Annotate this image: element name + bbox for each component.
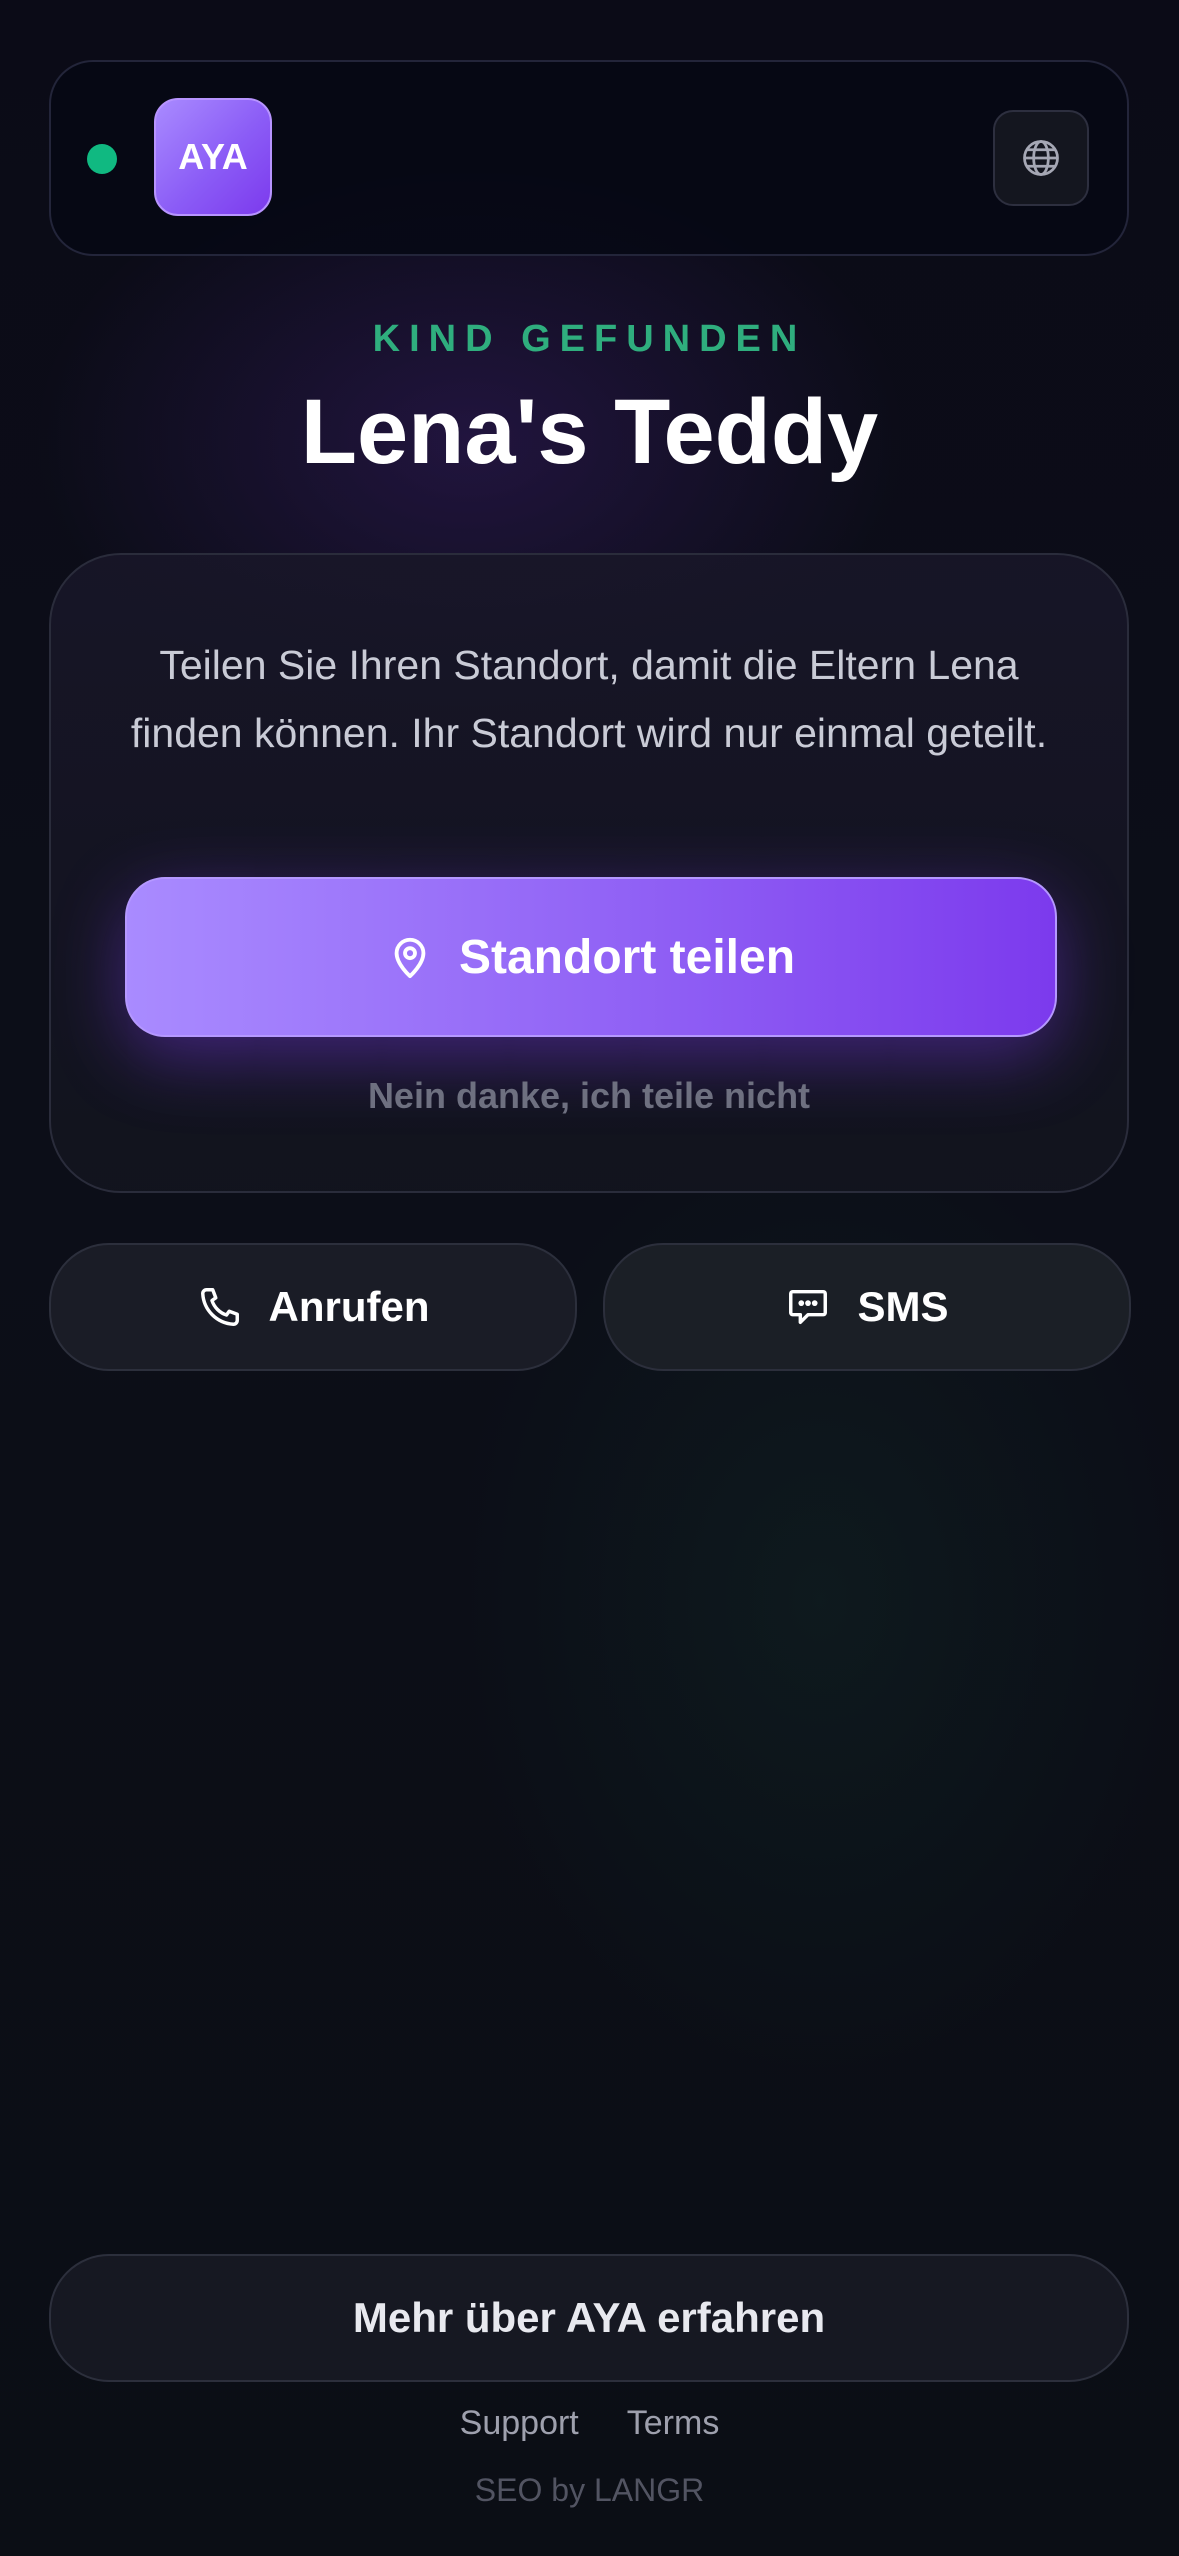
phone-icon <box>200 1288 239 1326</box>
sms-button[interactable]: SMS <box>603 1243 1131 1371</box>
status-indicator <box>87 144 117 174</box>
call-button[interactable]: Anrufen <box>49 1243 577 1371</box>
language-button[interactable] <box>993 110 1089 206</box>
location-pin-icon <box>394 937 426 979</box>
share-message: Teilen Sie Ihren Standort, damit die Elt… <box>130 642 1048 756</box>
page-title: Lena's Teddy <box>300 381 879 483</box>
seo-credit: SEO by LANGR <box>474 2472 705 2508</box>
top-bar: AYA <box>49 60 1129 256</box>
call-label: Anrufen <box>268 1283 430 1330</box>
found-label: KIND GEFUNDEN <box>372 318 807 360</box>
globe-icon <box>1023 140 1059 176</box>
chat-bubble-icon <box>789 1289 828 1325</box>
decline-link[interactable]: Nein danke, ich teile nicht <box>51 1075 1127 1117</box>
share-location-button[interactable]: Standort teilen <box>125 877 1057 1037</box>
share-location-label: Standort teilen <box>458 930 796 984</box>
footer-links: Support Terms <box>0 2404 1179 2443</box>
page: AYA KIND GEFUNDEN Lena's Teddy Teilen Si… <box>0 0 1179 2556</box>
sms-label: SMS <box>857 1283 949 1330</box>
support-link[interactable]: Support <box>460 2404 579 2443</box>
terms-link[interactable]: Terms <box>627 2404 720 2443</box>
aya-logo: AYA <box>154 98 272 216</box>
learn-more-button[interactable]: Mehr über AYA erfahren <box>49 2254 1129 2382</box>
share-location-card: Teilen Sie Ihren Standort, damit die Elt… <box>49 553 1129 1193</box>
